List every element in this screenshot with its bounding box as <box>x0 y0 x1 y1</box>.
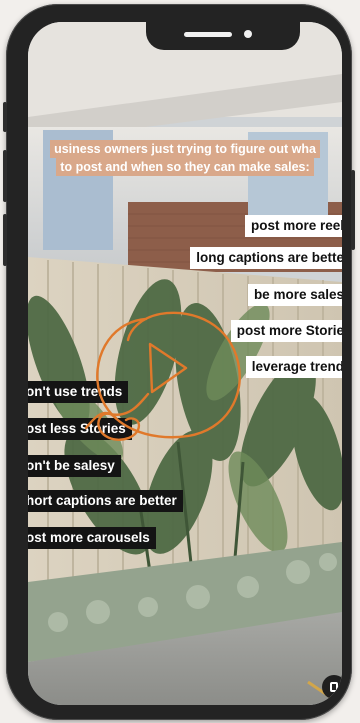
tip-post-less-stories: ost less Stories <box>28 418 132 440</box>
tip-short-captions: hort captions are better <box>28 490 183 512</box>
tip-post-more-stories: post more Storie <box>230 320 342 342</box>
power-button <box>351 170 355 250</box>
headline-line-1: usiness owners just trying to figure out… <box>50 140 320 158</box>
tip-long-captions: long captions are bette <box>190 247 342 269</box>
tip-post-more-carousels: ost more carousels <box>28 527 156 549</box>
volume-up-button <box>3 150 7 202</box>
mute-switch <box>3 102 7 132</box>
tip-be-more-salesy: be more sales <box>247 284 342 306</box>
tip-leverage-trends: leverage trend <box>245 356 342 378</box>
reel-icon[interactable] <box>322 675 342 699</box>
speaker-icon <box>184 32 232 37</box>
volume-down-button <box>3 214 7 266</box>
headline-line-2: to post and when so they can make sales: <box>56 158 314 176</box>
story-screen[interactable]: usiness owners just trying to figure out… <box>28 22 342 705</box>
tip-dont-use-trends: on't use trends <box>28 381 129 403</box>
camera-icon <box>244 30 252 38</box>
tip-dont-be-salesy: on't be salesy <box>28 455 121 477</box>
story-headline: usiness owners just trying to figure out… <box>28 140 342 176</box>
tip-post-more-reels: post more reel <box>244 215 342 237</box>
camera-notch <box>146 22 300 50</box>
